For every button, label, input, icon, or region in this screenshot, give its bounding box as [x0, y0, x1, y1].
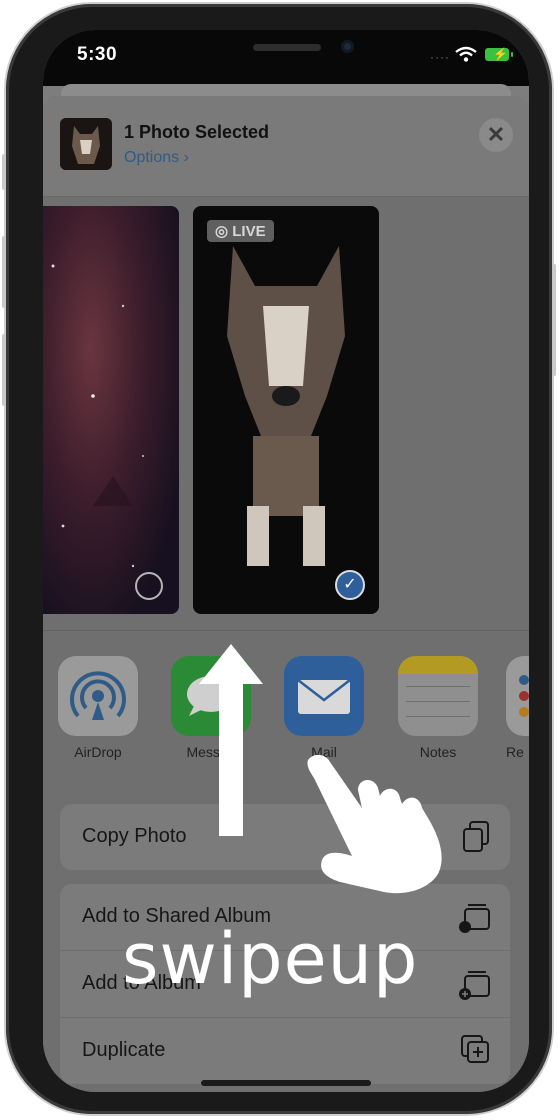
app-mail[interactable]: Mail: [279, 656, 369, 760]
app-airdrop[interactable]: AirDrop: [53, 656, 143, 760]
front-camera: [341, 40, 354, 53]
unselected-indicator[interactable]: [135, 572, 163, 600]
swipe-up-caption: swipeup: [122, 918, 419, 1000]
photo-wolf[interactable]: ◎ LIVE ✓: [193, 206, 379, 614]
speaker-grille: [253, 44, 321, 51]
wifi-icon: [455, 46, 477, 62]
close-icon: ✕: [486, 122, 506, 147]
selected-checkmark-icon[interactable]: ✓: [335, 570, 365, 600]
shared-album-icon: [459, 904, 490, 933]
add-album-icon: [459, 971, 490, 1000]
photo-nebula[interactable]: [43, 206, 179, 614]
wolf-image: [227, 246, 345, 566]
duplicate-icon: [461, 1035, 489, 1063]
share-title: 1 Photo Selected: [124, 122, 270, 142]
duplicate-label: Duplicate: [82, 1039, 166, 1061]
home-indicator[interactable]: [201, 1080, 371, 1086]
battery-icon: ⚡: [485, 47, 513, 61]
live-label: LIVE: [232, 223, 266, 240]
notes-icon: [398, 656, 478, 736]
app-notes[interactable]: Notes: [393, 656, 483, 760]
copy-photo-label: Copy Photo: [82, 825, 187, 847]
share-header: 1 Photo Selected Options › ✕: [43, 96, 529, 197]
action-duplicate[interactable]: Duplicate: [60, 1018, 510, 1084]
copy-icon: [463, 821, 489, 852]
power-button: [552, 264, 556, 376]
app-reminders[interactable]: Re: [506, 656, 529, 760]
volume-up-button: [2, 236, 6, 308]
wolf-thumbnail-image: [60, 118, 112, 170]
app-label-airdrop: AirDrop: [74, 744, 122, 760]
nebula-image: [51, 264, 144, 568]
close-button[interactable]: ✕: [479, 118, 513, 152]
app-label-reminders: Re: [506, 744, 524, 760]
status-time: 5:30: [77, 44, 118, 65]
live-badge: ◎ LIVE: [207, 220, 274, 242]
hand-pointer-icon: [307, 754, 442, 894]
mail-icon: [284, 656, 364, 736]
selected-photo-thumbnail: [60, 118, 112, 170]
airdrop-icon: [58, 656, 138, 736]
status-bar: 5:30 ···· ⚡: [43, 30, 529, 86]
divider: [43, 630, 529, 631]
silent-switch: [2, 154, 6, 190]
reminders-icon: [506, 656, 529, 736]
live-icon: ◎: [215, 223, 229, 240]
volume-down-button: [2, 334, 6, 406]
options-label: Options: [124, 149, 180, 166]
signal-dots-icon: ····: [430, 50, 450, 64]
options-link[interactable]: Options ›: [124, 149, 189, 167]
swipe-up-arrow-icon: [199, 644, 263, 836]
